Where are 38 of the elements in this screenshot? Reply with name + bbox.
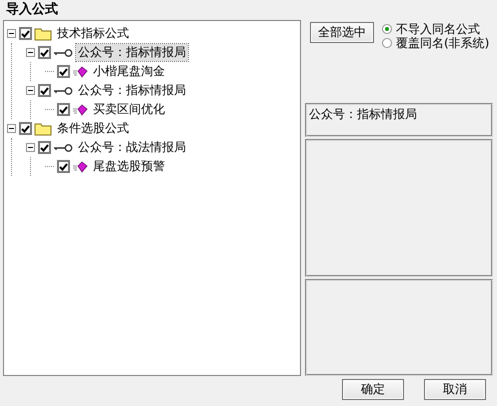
checkbox[interactable] xyxy=(19,122,32,135)
dialog-button[interactable]: 确定 xyxy=(342,379,404,400)
checkbox[interactable] xyxy=(38,141,51,154)
collapse-toggle[interactable] xyxy=(7,29,16,38)
tree-item[interactable]: 公众号：指标情报局 xyxy=(76,82,188,99)
collapse-toggle[interactable] xyxy=(7,124,16,133)
tree-item[interactable]: 公众号：战法情报局 xyxy=(76,139,188,156)
tree-item[interactable]: 买卖区间优化 xyxy=(91,101,167,118)
radio-button[interactable] xyxy=(382,38,392,48)
radio-button[interactable] xyxy=(382,24,392,34)
collapse-toggle[interactable] xyxy=(26,48,35,57)
tree-item[interactable]: 条件选股公式 xyxy=(55,120,131,137)
key-icon xyxy=(53,86,73,96)
tree-item[interactable]: 技术指标公式 xyxy=(55,25,131,42)
key-icon xyxy=(53,48,73,58)
checkbox[interactable] xyxy=(19,27,32,40)
info-text: 公众号：指标情报局 xyxy=(309,107,417,121)
gem-icon xyxy=(72,104,88,116)
dialog-button[interactable]: 取消 xyxy=(424,379,486,400)
gem-icon xyxy=(72,66,88,78)
gem-icon xyxy=(72,160,88,172)
collapse-toggle[interactable] xyxy=(26,86,35,95)
key-icon xyxy=(53,142,73,152)
tree-item[interactable]: 公众号：指标情报局 xyxy=(76,44,188,61)
option-label: 覆盖同名(非系统) xyxy=(396,36,490,50)
collapse-toggle[interactable] xyxy=(26,143,35,152)
folder-icon xyxy=(34,122,52,136)
tree-item[interactable]: 尾盘选股预警 xyxy=(91,158,167,175)
tree-item[interactable]: 小楷尾盘淘金 xyxy=(91,63,167,80)
checkbox[interactable] xyxy=(57,160,70,173)
checkbox[interactable] xyxy=(38,84,51,97)
folder-icon xyxy=(34,26,52,40)
window-title: 导入公式 xyxy=(5,0,59,19)
checkbox[interactable] xyxy=(38,46,51,59)
checkbox[interactable] xyxy=(57,103,70,116)
checkbox[interactable] xyxy=(57,65,70,78)
select-all-button[interactable]: 全部选中 xyxy=(310,22,374,43)
option-label: 不导入同名公式 xyxy=(396,22,480,36)
